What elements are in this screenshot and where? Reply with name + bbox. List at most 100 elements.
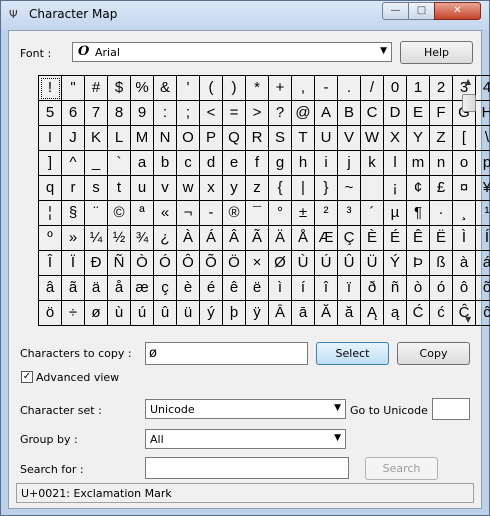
character-cell[interactable]: ` (108, 151, 131, 176)
character-cell[interactable]: r (62, 176, 85, 201)
character-cell[interactable]: u (131, 176, 154, 201)
character-cell[interactable]: K (85, 126, 108, 151)
character-cell[interactable]: { (269, 176, 292, 201)
character-cell[interactable]: " (62, 76, 85, 101)
character-cell[interactable]: A (315, 101, 338, 126)
character-map-app-icon[interactable]: Ψ (9, 8, 23, 22)
character-cell[interactable]: Þ (407, 251, 430, 276)
character-cell[interactable]: ? (269, 101, 292, 126)
character-cell[interactable]: Ú (315, 251, 338, 276)
character-cell[interactable]: _ (85, 151, 108, 176)
character-grid[interactable]: !"#$%&'()*+,-./0123456789:;<=>?@ABCDEFGH… (38, 75, 490, 326)
character-cell[interactable]: ù (108, 301, 131, 326)
character-cell[interactable]: m (407, 151, 430, 176)
character-cell[interactable]: ½ (108, 226, 131, 251)
character-cell[interactable]: E (407, 101, 430, 126)
character-cell[interactable]: a (131, 151, 154, 176)
character-cell[interactable]: Ô (177, 251, 200, 276)
character-cell[interactable]: Ý (384, 251, 407, 276)
character-cell[interactable]: . (338, 76, 361, 101)
character-cell[interactable]: & (154, 76, 177, 101)
character-cell[interactable]: P (200, 126, 223, 151)
character-cell[interactable]: Á (200, 226, 223, 251)
character-cell[interactable]: µ (384, 201, 407, 226)
character-cell[interactable]: w (177, 176, 200, 201)
character-cell[interactable]: k (361, 151, 384, 176)
character-cell[interactable]: ¬ (177, 201, 200, 226)
character-cell[interactable]: M (131, 126, 154, 151)
search-button[interactable]: Search (365, 457, 438, 480)
character-cell[interactable]: è (177, 276, 200, 301)
close-button[interactable]: ✕ (434, 2, 481, 20)
character-cell[interactable]: $ (108, 76, 131, 101)
character-cell[interactable]: ¢ (407, 176, 430, 201)
character-cell[interactable]: Ă (315, 301, 338, 326)
character-cell[interactable]: 9 (131, 101, 154, 126)
character-cell[interactable]: U (315, 126, 338, 151)
character-cell[interactable]: T (292, 126, 315, 151)
character-cell[interactable]: ê (223, 276, 246, 301)
character-cell[interactable]: S (269, 126, 292, 151)
character-cell[interactable]: # (85, 76, 108, 101)
character-cell[interactable]: ö (39, 301, 62, 326)
character-cell[interactable]: - (315, 76, 338, 101)
character-cell[interactable]: É (384, 226, 407, 251)
character-cell[interactable]: Y (407, 126, 430, 151)
character-cell[interactable]: j (338, 151, 361, 176)
character-cell[interactable]: × (246, 251, 269, 276)
character-cell[interactable]: ó (430, 276, 453, 301)
select-button[interactable]: Select (316, 342, 389, 365)
character-cell[interactable]: ü (177, 301, 200, 326)
character-cell[interactable]: b (154, 151, 177, 176)
character-cell[interactable]: y (223, 176, 246, 201)
character-cell[interactable]: ´ (361, 201, 384, 226)
character-cell[interactable]: â (39, 276, 62, 301)
character-cell[interactable]: ¡ (384, 176, 407, 201)
grid-scrollbar[interactable]: ▲ ▼ (461, 75, 477, 326)
font-dropdown[interactable]: O Arial ▼ (72, 42, 392, 62)
character-cell[interactable]: ¥ (476, 176, 490, 201)
character-cell[interactable]: * (246, 76, 269, 101)
character-cell[interactable]: 0 (384, 76, 407, 101)
character-cell[interactable]: » (62, 226, 85, 251)
character-cell[interactable]: 8 (108, 101, 131, 126)
character-cell[interactable]: ~ (338, 176, 361, 201)
character-cell[interactable]: F (430, 101, 453, 126)
character-cell[interactable]: ^ (62, 151, 85, 176)
character-cell[interactable]: ¶ (407, 201, 430, 226)
scroll-down-icon[interactable]: ▼ (465, 315, 471, 324)
character-cell[interactable]: n (430, 151, 453, 176)
character-cell[interactable]: Â (223, 226, 246, 251)
character-cell[interactable]: x (200, 176, 223, 201)
character-cell[interactable]: | (292, 176, 315, 201)
character-cell[interactable]: À (177, 226, 200, 251)
character-cell[interactable]: ª (131, 201, 154, 226)
title-bar[interactable]: Ψ Character Map — □ ✕ (1, 1, 489, 30)
character-cell[interactable]: ÿ (246, 301, 269, 326)
character-cell[interactable]: ú (131, 301, 154, 326)
advanced-view-checkbox[interactable]: ✓ (21, 371, 33, 383)
character-cell[interactable]: ] (39, 151, 62, 176)
character-cell[interactable]: · (430, 201, 453, 226)
character-cell[interactable]: v (154, 176, 177, 201)
character-cell[interactable]: á (476, 251, 490, 276)
character-cell[interactable]: 6 (62, 101, 85, 126)
character-cell[interactable]: ( (200, 76, 223, 101)
character-cell[interactable]: Ü (361, 251, 384, 276)
character-cell[interactable]: û (154, 301, 177, 326)
character-cell[interactable]: 2 (430, 76, 453, 101)
character-cell[interactable]: Û (338, 251, 361, 276)
character-cell[interactable]: ± (292, 201, 315, 226)
character-cell[interactable]: 5 (39, 101, 62, 126)
character-cell[interactable]: Ä (269, 226, 292, 251)
character-cell[interactable]: h (292, 151, 315, 176)
maximize-button[interactable]: □ (408, 2, 435, 20)
character-cell[interactable]: O (177, 126, 200, 151)
scroll-up-icon[interactable]: ▲ (465, 77, 471, 86)
character-cell[interactable]: ÷ (62, 301, 85, 326)
character-cell[interactable]: ¼ (85, 226, 108, 251)
character-cell[interactable]: ! (39, 76, 62, 101)
search-input[interactable] (145, 457, 349, 479)
character-cell[interactable]: t (108, 176, 131, 201)
character-cell[interactable]: Ê (407, 226, 430, 251)
